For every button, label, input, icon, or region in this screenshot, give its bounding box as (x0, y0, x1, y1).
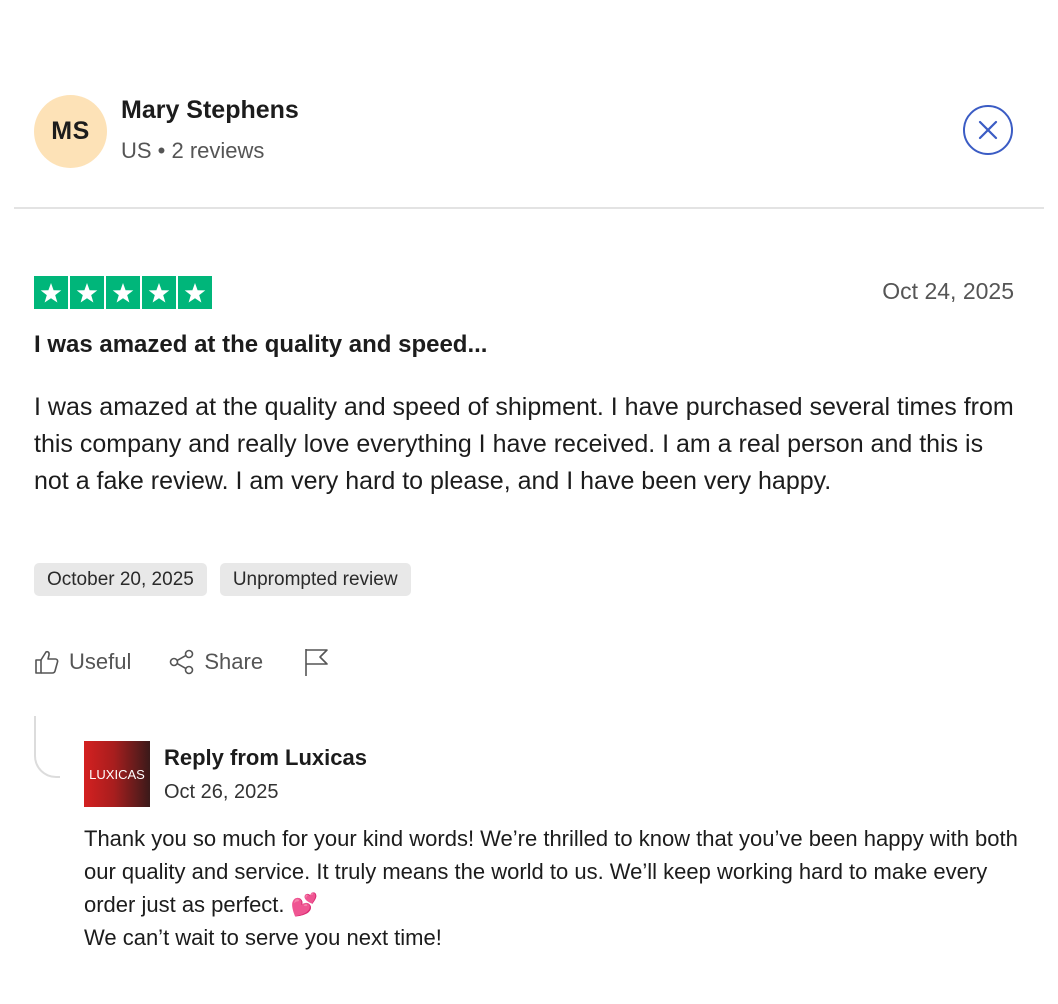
reviewer-meta: US • 2 reviews (121, 138, 265, 163)
star-icon (142, 276, 176, 309)
share-button[interactable]: Share (169, 649, 263, 675)
useful-label: Useful (69, 649, 132, 674)
reply-text-1: Thank you so much for your kind words! W… (84, 826, 1018, 917)
company-logo: LUXICAS (84, 741, 150, 807)
star-icon (70, 276, 104, 309)
review-tags: October 20, 2025 Unprompted review (34, 563, 411, 596)
star-icon (34, 276, 68, 309)
close-icon (978, 120, 998, 140)
star-icon (178, 276, 212, 309)
reply-paragraph-1: Thank you so much for your kind words! W… (84, 822, 1034, 921)
star-rating (34, 276, 212, 309)
review-date: Oct 24, 2025 (882, 278, 1014, 304)
flag-icon (305, 649, 328, 676)
review-title: I was amazed at the quality and speed... (34, 331, 488, 358)
avatar: MS (34, 95, 107, 168)
reply-connector (34, 716, 60, 778)
divider (14, 207, 1044, 209)
reply-body: Thank you so much for your kind words! W… (84, 822, 1034, 954)
experience-date-tag: October 20, 2025 (34, 563, 207, 596)
thumbs-up-icon (35, 650, 59, 674)
reviewer-header: MS Mary Stephens US • 2 reviews (0, 0, 1058, 208)
reviewer-name[interactable]: Mary Stephens (121, 96, 299, 125)
company-logo-text: LUXICAS (89, 766, 145, 782)
review-body: I was amazed at the quality and speed of… (34, 393, 1014, 495)
unprompted-review-tag[interactable]: Unprompted review (219, 563, 411, 596)
reply-paragraph-2: We can’t wait to serve you next time! (84, 925, 442, 950)
report-button[interactable] (303, 647, 329, 677)
reply-date: Oct 26, 2025 (164, 781, 279, 803)
two-hearts-emoji: 💕 (290, 892, 319, 917)
share-icon (170, 649, 194, 675)
close-button[interactable] (963, 105, 1013, 155)
star-icon (106, 276, 140, 309)
useful-button[interactable]: Useful (34, 649, 131, 675)
reply-from: Reply from Luxicas (164, 745, 367, 770)
review-actions: Useful Share (34, 646, 329, 678)
share-label: Share (204, 649, 264, 674)
